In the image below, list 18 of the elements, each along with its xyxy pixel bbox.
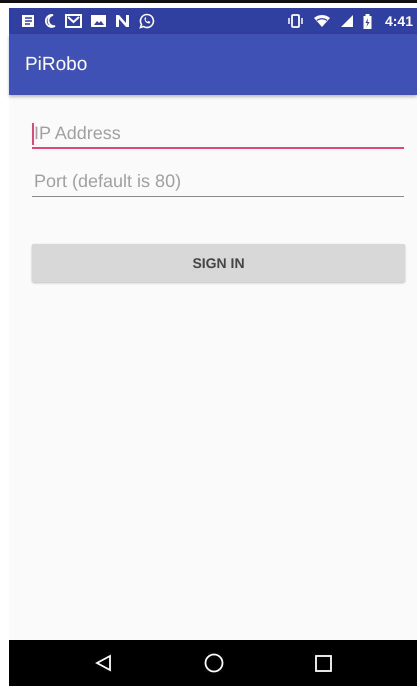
recents-icon[interactable]	[314, 654, 332, 672]
vibrate-icon	[286, 14, 304, 28]
battery-icon	[362, 14, 372, 28]
sign-in-button[interactable]: SIGN IN	[32, 244, 405, 282]
notes-icon	[21, 14, 35, 28]
wifi-icon	[312, 14, 331, 28]
moon-icon	[44, 14, 56, 28]
status-time: 4:41	[384, 13, 413, 29]
mail-icon	[65, 14, 82, 28]
letter-n-icon	[115, 14, 130, 28]
chat-icon	[139, 13, 155, 29]
back-icon[interactable]	[94, 654, 112, 672]
signal-icon	[340, 14, 354, 28]
port-field[interactable]: Port (default is 80)	[32, 163, 404, 197]
image-icon	[91, 14, 106, 28]
home-icon[interactable]	[204, 653, 224, 673]
ip-address-field[interactable]: IP Address	[32, 115, 404, 149]
app-title: PiRobo	[25, 54, 88, 76]
